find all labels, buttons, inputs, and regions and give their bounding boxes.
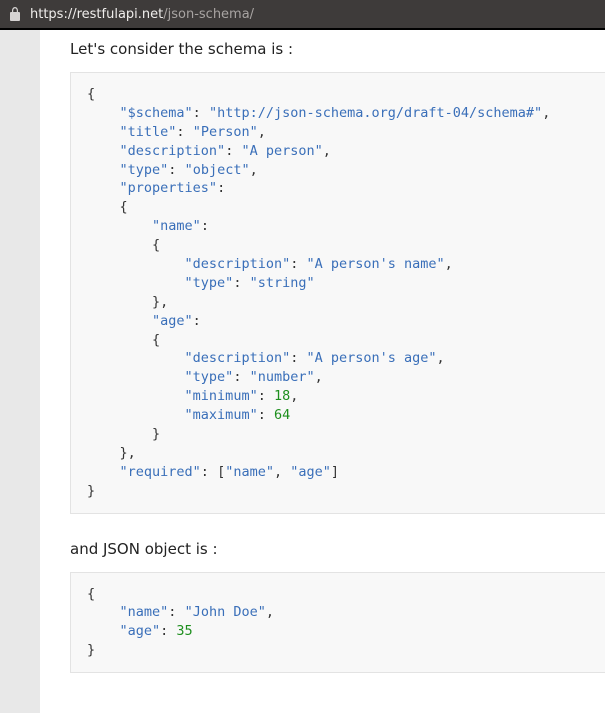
page-gutter: Let's consider the schema is : { "$schem…	[0, 30, 605, 713]
address-bar[interactable]: https://restfulapi.net/json-schema/	[0, 0, 605, 28]
article: Let's consider the schema is : { "$schem…	[40, 30, 605, 713]
intro-text: Let's consider the schema is :	[70, 40, 605, 58]
mid-text: and JSON object is :	[70, 540, 605, 558]
object-code-block: { "name": "John Doe", "age": 35 }	[70, 572, 605, 674]
url-host: https://restfulapi.net	[30, 7, 163, 22]
url-path: /json-schema/	[163, 7, 254, 22]
lock-icon	[8, 7, 22, 21]
schema-code-block: { "$schema": "http://json-schema.org/dra…	[70, 72, 605, 514]
